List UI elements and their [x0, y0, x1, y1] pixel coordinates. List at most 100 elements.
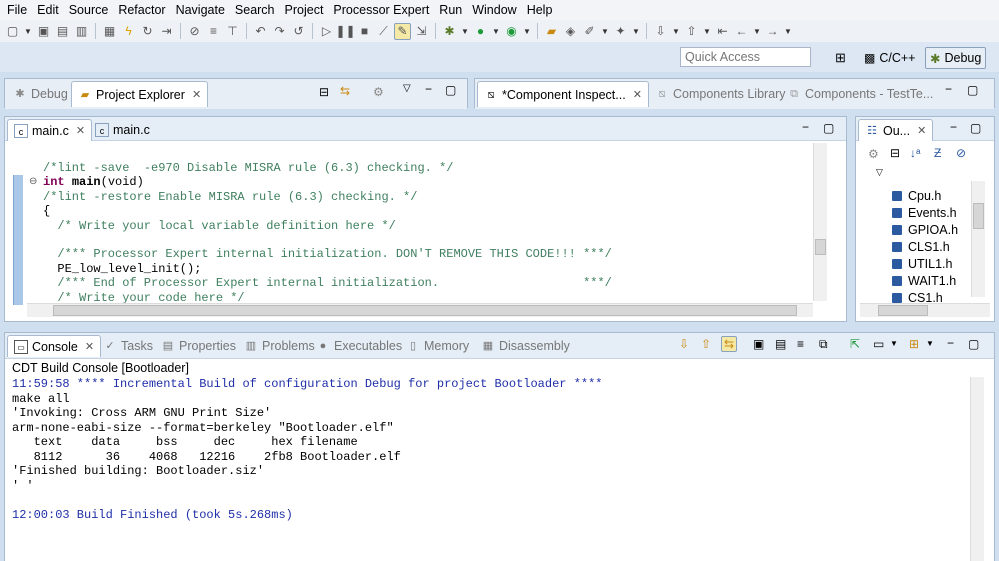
scroll-thumb[interactable]: [815, 239, 826, 255]
fold-icon[interactable]: ⊖: [29, 176, 37, 187]
format-icon[interactable]: ≡: [205, 23, 222, 40]
prev-annotation-icon[interactable]: ⇧: [683, 23, 700, 40]
close-icon[interactable]: ✕: [76, 124, 85, 137]
console-output[interactable]: 11:59:58 **** Incremental Build of confi…: [12, 377, 603, 522]
tab-editor-main-c-2[interactable]: c main.c: [89, 119, 156, 141]
perspective-cpp[interactable]: ▩ C/C++: [860, 47, 919, 69]
link-editor-icon[interactable]: ⇆: [340, 84, 350, 98]
view-menu-icon[interactable]: ▽: [403, 83, 411, 94]
hide-non-public-icon[interactable]: ⊘: [956, 146, 966, 160]
scroll-thumb[interactable]: [878, 305, 928, 316]
editor-horizontal-scrollbar[interactable]: [27, 303, 813, 317]
run-icon[interactable]: ●: [472, 23, 489, 40]
next-annotation-dropdown-icon[interactable]: ▼: [671, 23, 681, 40]
external-tools-icon[interactable]: ◉: [503, 23, 520, 40]
tab-components-library[interactable]: ⧅ Components Library: [649, 83, 792, 105]
print-icon[interactable]: ▥: [73, 23, 90, 40]
last-edit-icon[interactable]: ⇤: [714, 23, 731, 40]
scroll-thumb[interactable]: [53, 305, 797, 316]
perspective-debug[interactable]: ✱ Debug: [925, 47, 987, 69]
sort-icon[interactable]: ↓ᵃ: [910, 146, 920, 160]
open-console-dropdown-icon[interactable]: ▼: [926, 339, 934, 348]
close-icon[interactable]: ✕: [633, 88, 642, 101]
tab-properties[interactable]: ▤ Properties: [155, 335, 242, 357]
maximize-icon[interactable]: ▢: [968, 337, 979, 351]
maximize-icon[interactable]: ▢: [970, 121, 981, 135]
tab-disassembly[interactable]: ▦ Disassembly: [475, 335, 576, 357]
resume-icon[interactable]: ▷: [318, 23, 335, 40]
open-folder-icon[interactable]: ▰: [543, 23, 560, 40]
maximize-icon[interactable]: ▢: [967, 83, 978, 97]
tab-executables[interactable]: ● Executables: [310, 335, 408, 357]
tab-problems[interactable]: ▥ Problems: [238, 335, 321, 357]
show-console-icon[interactable]: ▣: [753, 337, 764, 351]
outline-item[interactable]: CLS1.h: [892, 240, 950, 254]
tab-component-inspector[interactable]: ⧅ *Component Inspect... ✕: [477, 81, 649, 107]
tab-memory[interactable]: ▯ Memory: [400, 335, 475, 357]
hide-static-icon[interactable]: Ƶ: [934, 146, 941, 160]
open-perspective-icon[interactable]: ⊞: [835, 50, 846, 66]
maximize-icon[interactable]: ▢: [823, 121, 834, 135]
tab-components-project[interactable]: ⧉ Components - TestTe...: [781, 83, 939, 105]
quick-access-input[interactable]: [680, 47, 811, 67]
minimize-icon[interactable]: −: [425, 82, 432, 96]
outline-vertical-scrollbar[interactable]: [971, 181, 985, 297]
menu-window[interactable]: Window: [467, 0, 521, 20]
outline-horizontal-scrollbar[interactable]: [860, 303, 990, 317]
minimize-icon[interactable]: −: [947, 336, 954, 350]
scroll-thumb[interactable]: [973, 203, 984, 229]
highlight-icon[interactable]: ✎: [394, 22, 411, 40]
outline-item[interactable]: Events.h: [892, 206, 957, 220]
copy-console-icon[interactable]: ⧉: [819, 337, 828, 352]
menu-run[interactable]: Run: [434, 0, 467, 20]
run-dropdown-icon[interactable]: ▼: [491, 23, 501, 40]
tab-debug[interactable]: ✱ Debug: [7, 83, 74, 105]
new-dropdown-icon[interactable]: ▼: [23, 23, 33, 40]
menu-project[interactable]: Project: [280, 0, 329, 20]
build-icon[interactable]: ▦: [101, 23, 118, 40]
disconnect-icon[interactable]: ⟋: [375, 23, 392, 40]
display-console-dropdown-icon[interactable]: ▼: [890, 339, 898, 348]
tab-outline[interactable]: ☷ Ou... ✕: [858, 119, 934, 141]
word-wrap-icon[interactable]: ≡: [797, 337, 804, 351]
step-icon[interactable]: ⇥: [158, 23, 175, 40]
menu-help[interactable]: Help: [522, 0, 558, 20]
view-menu-icon[interactable]: ▽: [876, 167, 883, 178]
prev-annotation-dropdown-icon[interactable]: ▼: [702, 23, 712, 40]
next-up-arrow-icon[interactable]: ⇧: [701, 337, 711, 351]
collapse-all-icon[interactable]: ⊟: [319, 85, 329, 99]
tab-tasks[interactable]: ✓ Tasks: [97, 335, 159, 357]
open-type-icon[interactable]: ◈: [562, 23, 579, 40]
tool-dropdown-icon[interactable]: ▼: [631, 23, 641, 40]
display-console-icon[interactable]: ▭: [873, 337, 884, 351]
back-dropdown-icon[interactable]: ▼: [752, 23, 762, 40]
open-console-icon[interactable]: ⊞: [909, 337, 919, 351]
hide-fields-icon[interactable]: ⚙: [868, 147, 879, 161]
pin-console-icon[interactable]: ⇱: [850, 337, 860, 351]
outline-item[interactable]: GPIOA.h: [892, 223, 958, 237]
refresh-icon[interactable]: ↻: [139, 23, 156, 40]
tab-project-explorer[interactable]: ▰ Project Explorer ✕: [71, 81, 209, 107]
console-vertical-scrollbar[interactable]: [970, 377, 984, 561]
drop-to-frame-icon[interactable]: ↺: [290, 23, 307, 40]
debug-dropdown-icon[interactable]: ▼: [460, 23, 470, 40]
outline-item[interactable]: WAIT1.h: [892, 274, 956, 288]
minimize-icon[interactable]: −: [945, 82, 952, 96]
forward-icon[interactable]: →: [764, 23, 781, 40]
save-icon[interactable]: ▣: [35, 23, 52, 40]
menu-search[interactable]: Search: [230, 0, 280, 20]
lightning-icon[interactable]: ϟ: [120, 23, 137, 40]
new-icon[interactable]: ▢: [4, 23, 21, 40]
skip-breakpoints-icon[interactable]: ⊘: [186, 23, 203, 40]
scroll-lock-icon[interactable]: ⇆: [721, 336, 738, 352]
menu-edit[interactable]: Edit: [32, 0, 64, 20]
save-all-icon[interactable]: ▤: [54, 23, 71, 40]
menu-source[interactable]: Source: [64, 0, 114, 20]
redo-icon[interactable]: ↷: [271, 23, 288, 40]
terminate-icon[interactable]: ■: [356, 23, 373, 40]
close-icon[interactable]: ✕: [192, 88, 201, 101]
menu-refactor[interactable]: Refactor: [113, 0, 170, 20]
menu-file[interactable]: File: [2, 0, 32, 20]
close-icon[interactable]: ✕: [917, 124, 926, 137]
external-tools-dropdown-icon[interactable]: ▼: [522, 23, 532, 40]
